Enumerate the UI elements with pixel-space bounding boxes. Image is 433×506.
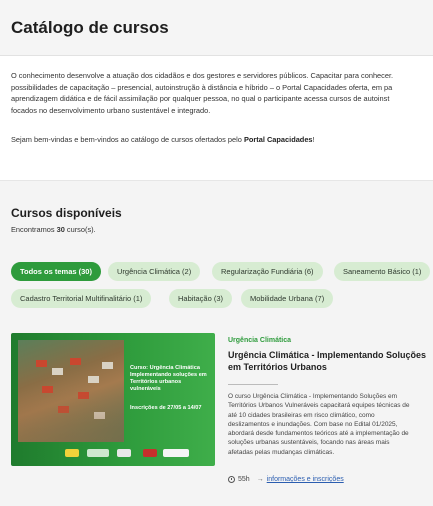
course-description: O curso Urgência Climática - Implementan… (228, 392, 433, 457)
thumbnail-date-text: Inscrições de 27/05 a 14/07 (130, 405, 202, 411)
title-divider (228, 384, 278, 385)
filter-chip-all[interactable]: Todos os temas (30) (11, 262, 101, 281)
arrow-right-icon: → (256, 476, 264, 483)
flood-water (18, 388, 124, 442)
description-line: até 10 cidades brasileiras em risco clim… (228, 411, 375, 419)
course-category: Urgência Climática (228, 337, 292, 344)
partner-logos (65, 446, 211, 460)
course-duration: 55h (238, 476, 250, 483)
partner-logo (163, 449, 189, 457)
results-count: Encontramos 30 curso(s). (11, 225, 96, 234)
description-line: soluções urbanas sustentáveis, focando n… (228, 439, 390, 447)
courses-section-title: Cursos disponíveis (11, 206, 122, 220)
intro-line: focados no desenvolvimento urbano susten… (11, 105, 211, 115)
filter-chip-habitacao[interactable]: Habitação (3) (169, 289, 233, 308)
intro-line: O conhecimento desenvolve a atuação dos … (11, 71, 394, 80)
intro-text: O conhecimento desenvolve a atuação dos … (11, 70, 433, 116)
partner-logo (87, 449, 109, 457)
partner-logo (65, 449, 79, 457)
welcome-suffix: ! (312, 135, 315, 144)
filter-chip-mobilidade-urbana[interactable]: Mobilidade Urbana (7) (241, 289, 334, 308)
course-thumbnail[interactable]: Curso: Urgência Climática Implementando … (11, 333, 215, 466)
results-suffix: curso(s). (66, 225, 96, 234)
info-link[interactable]: informações e inscrições (267, 476, 344, 483)
results-number: 30 (56, 225, 65, 234)
partner-logo (143, 449, 157, 457)
welcome-prefix: Sejam bem-vindas e bem-vindos ao catálog… (11, 135, 242, 144)
portal-name: Portal Capacidades (243, 135, 313, 144)
page-title: Catálogo de cursos (11, 18, 169, 37)
description-line: abordará desde fundamentos teóricos até … (228, 430, 409, 438)
intro-line: aprendizagem didática e de fácil assimil… (11, 94, 390, 104)
description-line: Territórios Urbanos Vulneráveis capacita… (228, 402, 410, 410)
partner-logo (117, 449, 131, 457)
description-line: afetadas pelas mudanças climáticas. (228, 448, 335, 456)
intro-line: possibilidades de capacitação – presenci… (11, 82, 393, 92)
page-header: Catálogo de cursos (0, 0, 433, 56)
clock-icon (228, 476, 235, 483)
course-title[interactable]: Urgência Climática - Implementando Soluç… (228, 349, 428, 373)
description-line: O curso Urgência Climática - Implementan… (228, 393, 398, 400)
thumbnail-course-text: Curso: Urgência Climática Implementando … (130, 365, 207, 392)
description-line: deslizamentos e inundações. Com base no … (228, 420, 398, 428)
results-prefix: Encontramos (11, 225, 55, 234)
filter-chip-saneamento-basico[interactable]: Saneamento Básico (1) (334, 262, 431, 281)
welcome-text: Sejam bem-vindas e bem-vindos ao catálog… (11, 135, 315, 144)
course-meta: 55h → informações e inscrições (228, 476, 344, 483)
filter-chip-cadastro-territorial[interactable]: Cadastro Territorial Multifinalitário (1… (11, 289, 152, 308)
filter-chip-regularizacao-fundiaria[interactable]: Regularização Fundiária (6) (212, 262, 323, 281)
filter-chip-urgencia-climatica[interactable]: Urgência Climática (2) (108, 262, 201, 281)
